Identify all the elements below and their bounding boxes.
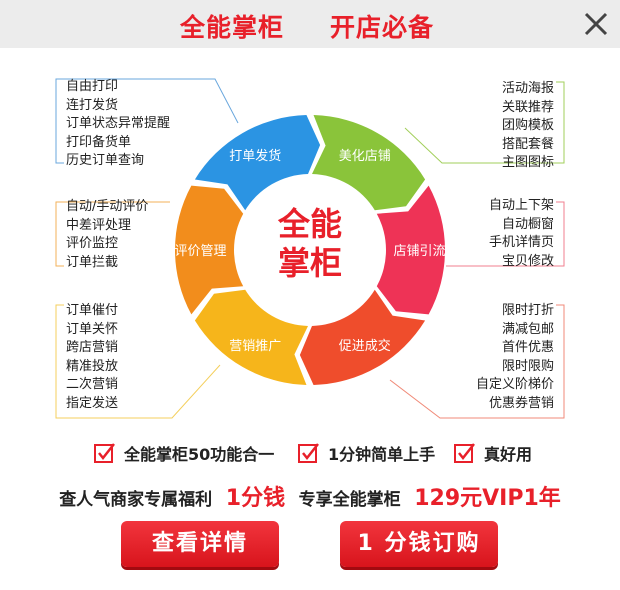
list-item-dadan: 历史订单查询 [66, 153, 145, 168]
list-item-yingxiao: 跨店营销 [66, 340, 119, 355]
list-meihua: 活动海报关联推荐团购模板搭配套餐主图图标 [502, 80, 554, 173]
logo-line2: 掌柜 [278, 244, 342, 282]
checkbox-icon [94, 443, 115, 463]
list-item-chengjiao: 限时打折 [501, 303, 554, 318]
list-item-yingxiao: 精准投放 [66, 358, 119, 374]
promo-price-1: 1分钱 [225, 486, 286, 511]
list-item-chengjiao: 自定义阶梯价 [475, 377, 554, 392]
connector-yingxiao [55, 304, 64, 419]
connector-yinliu [556, 201, 565, 267]
list-item-meihua: 搭配套餐 [501, 136, 554, 152]
segment-yingxiao-label: 营销推广 [229, 339, 281, 354]
segment-pingjia-label: 评价管理 [174, 244, 226, 259]
list-item-yingxiao: 二次营销 [66, 377, 119, 392]
list-item-pingjia: 订单拦截 [66, 254, 119, 270]
list-item-chengjiao: 限时限购 [501, 358, 554, 374]
list-yingxiao: 订单催付订单关怀跨店营销精准投放二次营销指定发送 [66, 302, 118, 413]
segment-chengjiao-label: 促进成交 [339, 338, 391, 354]
header-bar: 全能掌柜 开店必备 [0, 0, 620, 48]
order-button[interactable]: 1 分钱订购 [340, 521, 498, 567]
list-item-dadan: 订单状态异常提醒 [66, 116, 171, 131]
list-chengjiao: 限时打折满减包邮首件优惠限时限购自定义阶梯价优惠券营销 [476, 302, 554, 413]
list-item-meihua: 主图图标 [501, 155, 554, 170]
promo-line: 查人气商家专属福利 1分钱 专享全能掌柜 129元VIP1年 [0, 480, 620, 512]
header-title-left: 全能掌柜 [180, 13, 285, 42]
segment-yinliu-label: 店铺引流 [393, 244, 445, 259]
list-item-yinliu: 宝贝修改 [501, 253, 554, 269]
list-item-chengjiao: 首件优惠 [501, 340, 554, 355]
promo-text-2: 专享全能掌柜 [298, 490, 401, 510]
connector-dadan [55, 78, 64, 164]
segment-meihua-label: 美化店铺 [339, 149, 391, 164]
feature-label-3: 真好用 [484, 445, 533, 464]
list-item-pingjia: 自动/手动评价 [66, 199, 149, 214]
list-item-yingxiao: 指定发送 [66, 395, 119, 411]
checkbox-icon [454, 443, 475, 463]
close-icon[interactable] [582, 10, 610, 38]
feature-item-3: 真好用 [454, 441, 532, 465]
feature-item-2: 1分钟简单上手 [298, 441, 435, 465]
list-item-dadan: 自由打印 [66, 79, 119, 94]
list-yinliu: 自动上下架自动橱窗手机详情页宝贝修改 [489, 197, 554, 271]
connector-meihua [556, 81, 565, 164]
header-title-right: 开店必备 [330, 13, 435, 42]
list-item-chengjiao: 满减包邮 [501, 321, 554, 337]
view-details-button[interactable]: 查看详情 [121, 521, 279, 567]
connector-pingjia [55, 201, 64, 267]
list-item-chengjiao: 优惠券营销 [488, 395, 554, 411]
list-item-dadan: 连打发货 [66, 97, 119, 113]
feature-item-1: 全能掌柜50功能合一 [94, 441, 274, 465]
connector-chengjiao [556, 304, 565, 419]
list-item-dadan: 打印备货单 [66, 134, 132, 150]
list-item-meihua: 关联推荐 [501, 99, 554, 115]
list-item-pingjia: 中差评处理 [66, 217, 132, 233]
list-dadan: 自由打印连打发货订单状态异常提醒 打印备货单历史订单查询 [66, 78, 170, 171]
checkbox-icon [298, 443, 319, 463]
list-item-yinliu: 自动上下架 [488, 198, 554, 213]
list-pingjia: 自动/手动评价 中差评处理评价监控订单拦截 [66, 198, 148, 272]
segment-dadan-label: 打单发货 [229, 148, 281, 164]
feature-label-2: 1分钟简单上手 [328, 445, 436, 464]
list-item-meihua: 活动海报 [501, 81, 554, 96]
promo-price-2: 129元VIP1年 [414, 486, 561, 511]
promo-text-1: 查人气商家专属福利 [59, 490, 213, 510]
list-item-meihua: 团购模板 [501, 118, 554, 133]
list-item-yinliu: 手机详情页 [488, 235, 554, 250]
list-item-yingxiao: 订单催付 [66, 303, 119, 318]
feature-label-1: 全能掌柜50功能合一 [124, 445, 275, 464]
list-item-yinliu: 自动橱窗 [501, 216, 554, 232]
logo-line1: 全能 [277, 205, 342, 243]
list-item-pingjia: 评价监控 [66, 236, 119, 251]
list-item-yingxiao: 订单关怀 [66, 321, 119, 337]
